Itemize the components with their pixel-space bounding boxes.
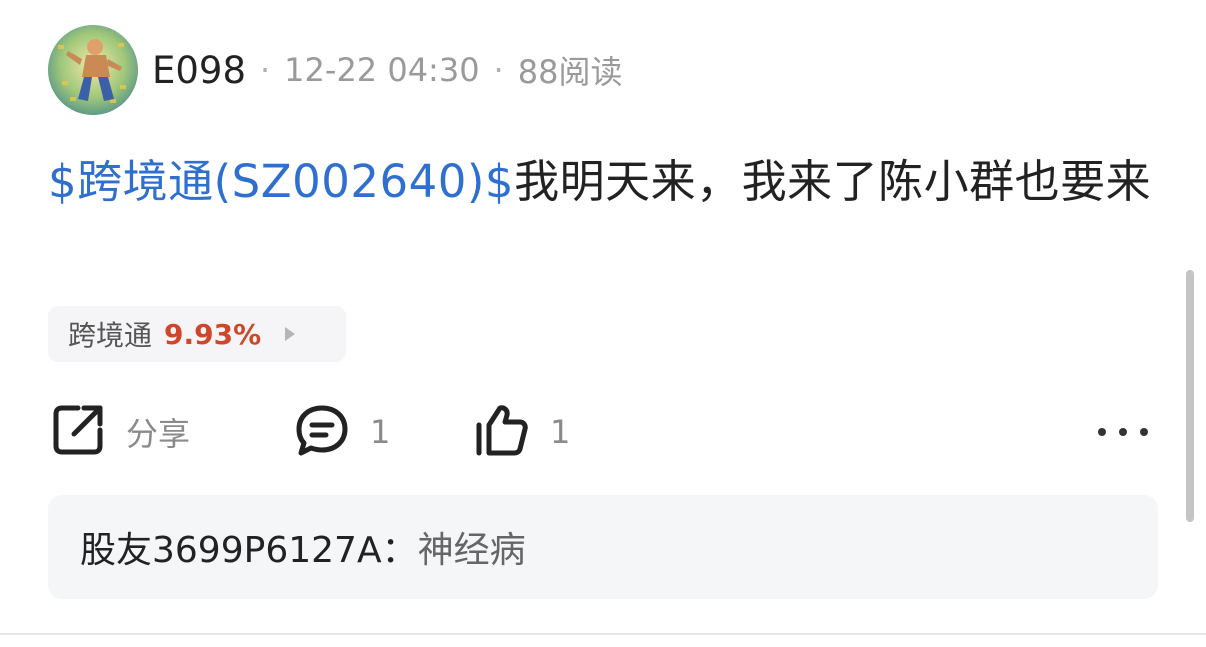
read-count: 88阅读 — [517, 53, 623, 91]
more-icon — [1098, 428, 1106, 436]
stock-link[interactable]: $跨境通(SZ002640)$ — [48, 155, 514, 208]
divider — [0, 633, 1206, 635]
action-bar: 分享 1 1 — [48, 400, 1158, 464]
stock-change: 9.93% — [164, 317, 262, 351]
more-icon — [1140, 428, 1148, 436]
more-icon — [1119, 428, 1127, 436]
like-button[interactable]: 1 — [472, 400, 570, 464]
share-icon — [48, 400, 108, 464]
more-button[interactable] — [1098, 420, 1148, 444]
avatar[interactable] — [48, 25, 138, 115]
thumbs-up-icon — [472, 400, 532, 464]
comment-icon — [292, 400, 352, 464]
share-label: 分享 — [126, 415, 191, 453]
post-content: $跨境通(SZ002640)$我明天来，我来了陈小群也要来 — [48, 144, 1158, 220]
like-count: 1 — [550, 413, 571, 451]
comment-count: 1 — [370, 413, 391, 451]
post-date: 12-22 04:30 — [284, 51, 480, 89]
comment-button[interactable]: 1 — [292, 400, 390, 464]
separator-dot: · — [260, 51, 271, 89]
comment-user[interactable]: 股友3699P6127A — [80, 521, 382, 573]
stock-quote-chip[interactable]: 跨境通 9.93% — [48, 306, 346, 362]
post-text: 我明天来，我来了陈小群也要来 — [514, 155, 1152, 208]
post-header: E098 · 12-22 04:30 · 88阅读 — [152, 44, 622, 96]
separator-dot: · — [493, 51, 504, 89]
scrollbar[interactable] — [1186, 270, 1194, 522]
comment-colon: ： — [381, 530, 418, 571]
comment-preview[interactable]: 股友3699P6127A：神经病 — [48, 495, 1158, 599]
comment-text: 神经病 — [417, 530, 526, 571]
chevron-right-icon — [285, 327, 296, 341]
username[interactable]: E098 — [152, 49, 246, 92]
stock-name: 跨境通 — [68, 319, 153, 352]
share-button[interactable]: 分享 — [48, 400, 190, 464]
